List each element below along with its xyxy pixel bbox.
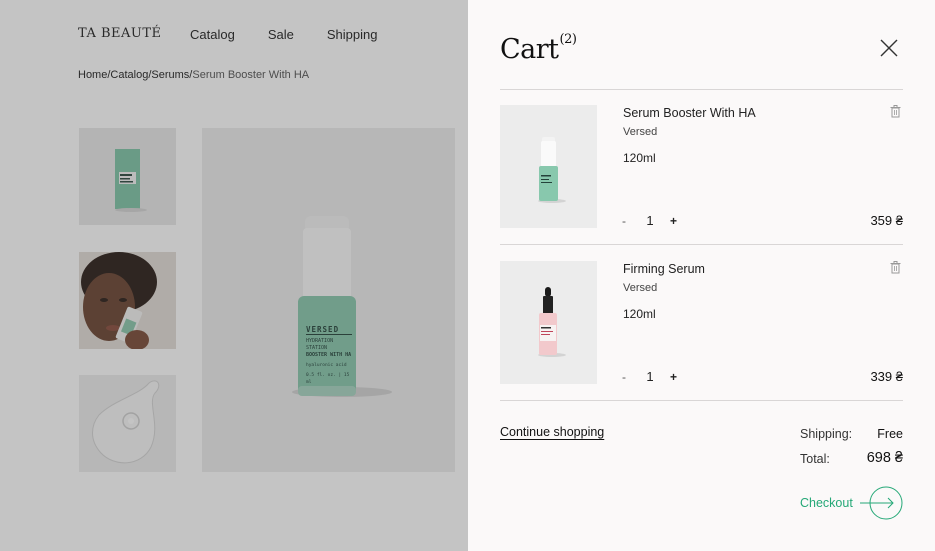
cart-item-volume: 120ml	[623, 307, 656, 321]
total-value: 698 ₴	[866, 450, 903, 466]
arrow-right-icon	[860, 486, 903, 520]
trash-icon	[890, 261, 901, 274]
cart-item-brand: Versed	[623, 282, 658, 294]
cart-item: Serum Booster With HA Versed 120ml - 1 +…	[500, 105, 903, 229]
shipping-label: Shipping:	[800, 427, 853, 441]
close-icon	[880, 39, 898, 57]
divider	[500, 244, 903, 245]
qty-increase-button[interactable]: +	[670, 214, 680, 228]
total-label: Total:	[800, 452, 830, 466]
cart-drawer: Cart(2) Serum Booster With HA Versed 120…	[468, 0, 935, 551]
trash-icon	[890, 105, 901, 118]
qty-value[interactable]: 1	[630, 369, 670, 384]
continue-shopping-link[interactable]: Continue shopping	[500, 425, 604, 439]
cart-item-price: 339 ₴	[870, 369, 903, 384]
checkout-label: Checkout	[800, 496, 853, 510]
cart-item-image[interactable]	[500, 261, 597, 384]
qty-value[interactable]: 1	[630, 213, 670, 228]
remove-item-button[interactable]	[890, 261, 901, 274]
remove-item-button[interactable]	[890, 105, 901, 118]
divider	[500, 400, 903, 401]
cart-item-image[interactable]	[500, 105, 597, 228]
quantity-stepper: - 1 +	[622, 213, 680, 228]
quantity-stepper: - 1 +	[622, 369, 680, 384]
modal-overlay[interactable]	[0, 0, 468, 551]
shipping-value: Free	[877, 427, 903, 441]
qty-increase-button[interactable]: +	[670, 370, 680, 384]
cart-item-volume: 120ml	[623, 151, 656, 165]
cart-item-name[interactable]: Firming Serum	[623, 262, 705, 276]
qty-decrease-button[interactable]: -	[622, 214, 630, 228]
checkout-button[interactable]: Checkout	[800, 486, 904, 520]
qty-decrease-button[interactable]: -	[622, 370, 630, 384]
cart-item-price: 359 ₴	[870, 213, 903, 228]
cart-item: Firming Serum Versed 120ml - 1 + 339 ₴	[500, 261, 903, 385]
divider	[500, 89, 903, 90]
close-button[interactable]	[878, 37, 900, 59]
cart-title: Cart(2)	[500, 32, 577, 65]
cart-item-name[interactable]: Serum Booster With HA	[623, 106, 756, 120]
cart-count: (2)	[559, 32, 577, 47]
cart-item-brand: Versed	[623, 126, 658, 138]
